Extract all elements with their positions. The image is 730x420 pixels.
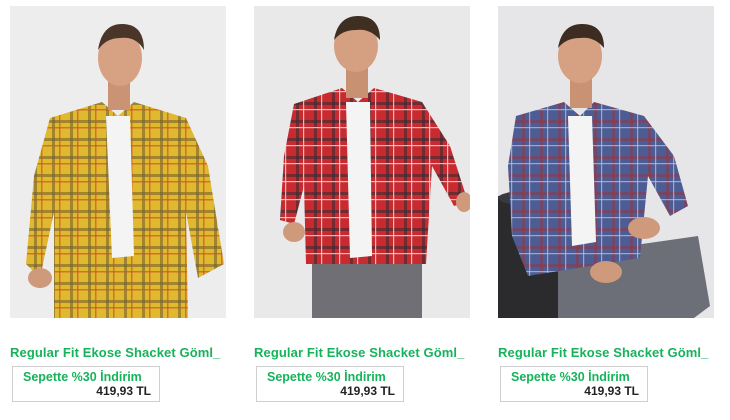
product-price: 419,93 TL <box>584 384 639 398</box>
price-box[interactable]: Sepette %30 İndirim 419,93 TL <box>12 366 160 402</box>
price-box[interactable]: Sepette %30 İndirim 419,93 TL <box>500 366 648 402</box>
product-image[interactable] <box>10 6 226 318</box>
discount-label: Sepette %30 İndirim <box>267 370 386 384</box>
product-card[interactable]: Regular Fit Ekose Shacket Göml_ Sepette … <box>498 6 728 402</box>
product-card[interactable]: Regular Fit Ekose Shacket Göml_ Sepette … <box>254 6 484 402</box>
product-card[interactable]: Regular Fit Ekose Shacket Göml_ Sepette … <box>10 6 240 402</box>
product-price: 419,93 TL <box>96 384 151 398</box>
product-price: 419,93 TL <box>340 384 395 398</box>
discount-label: Sepette %30 İndirim <box>511 370 630 384</box>
price-box[interactable]: Sepette %30 İndirim 419,93 TL <box>256 366 404 402</box>
product-image[interactable] <box>254 6 470 318</box>
product-title[interactable]: Regular Fit Ekose Shacket Göml_ <box>498 345 722 360</box>
product-title[interactable]: Regular Fit Ekose Shacket Göml_ <box>254 345 478 360</box>
discount-label: Sepette %30 İndirim <box>23 370 142 384</box>
product-image[interactable] <box>498 6 714 318</box>
product-title[interactable]: Regular Fit Ekose Shacket Göml_ <box>10 345 234 360</box>
